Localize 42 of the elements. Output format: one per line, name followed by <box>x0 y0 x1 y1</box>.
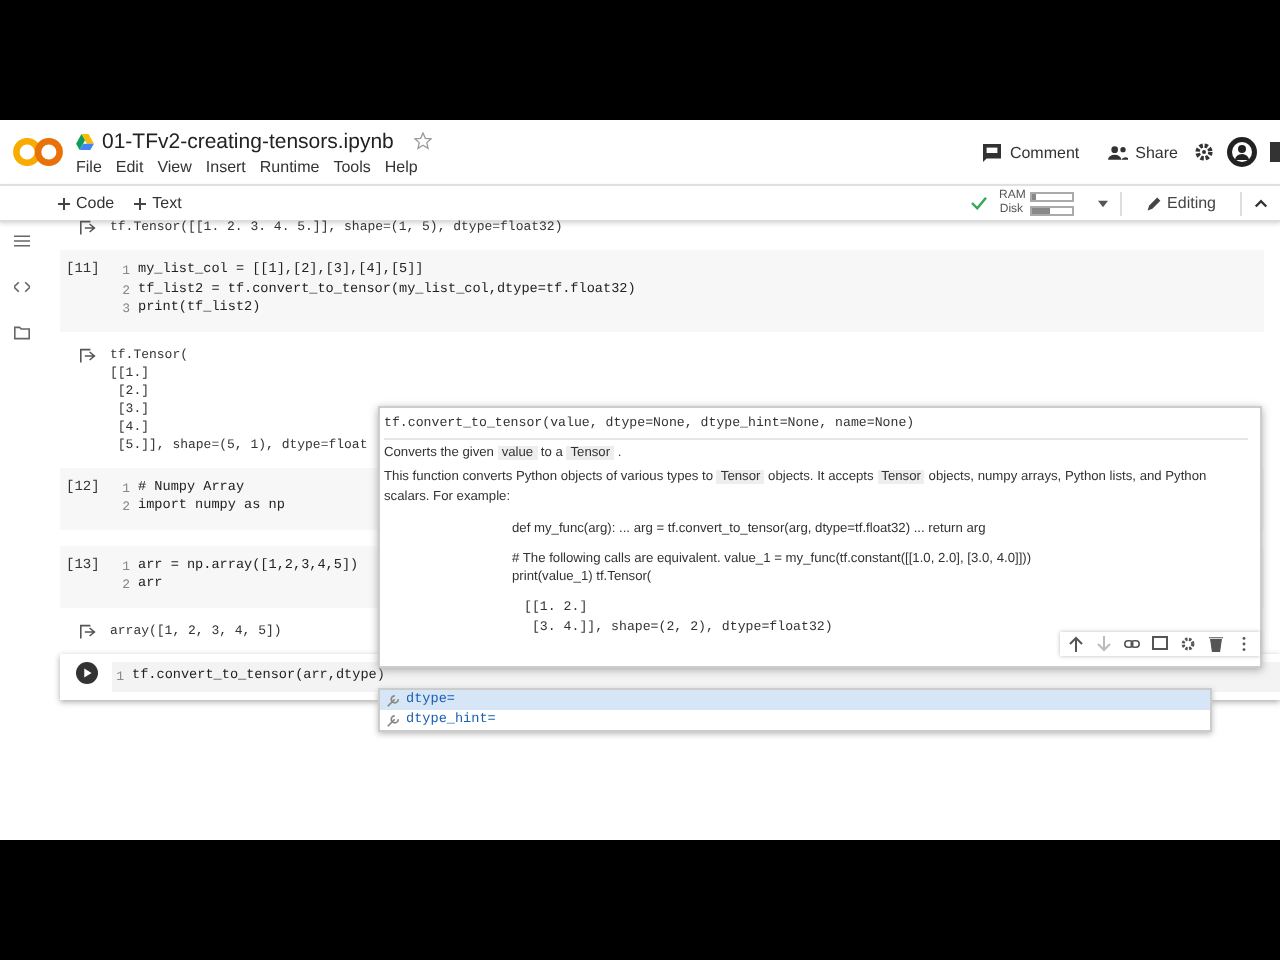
colab-logo[interactable] <box>12 136 64 168</box>
output-icon[interactable] <box>80 623 96 639</box>
resource-meter <box>1029 205 1074 215</box>
share-button[interactable]: Share <box>1103 139 1182 165</box>
settings-icon[interactable] <box>1180 636 1196 652</box>
drive-icon <box>76 133 94 149</box>
menu-item[interactable]: Runtime <box>259 157 320 175</box>
run-button[interactable] <box>75 661 97 683</box>
comment-button[interactable]: Comment <box>977 139 1084 165</box>
editing-button[interactable]: Editing <box>1133 192 1228 214</box>
output-icon[interactable] <box>80 220 96 236</box>
pencil-icon <box>1145 195 1162 211</box>
add-text-button[interactable]: Text <box>132 192 184 214</box>
plus-icon <box>58 197 70 209</box>
wrench-icon <box>386 693 400 707</box>
menu-item[interactable]: Insert <box>205 157 246 175</box>
link-icon[interactable] <box>1124 636 1140 652</box>
menu-item[interactable]: Help <box>384 157 418 175</box>
caret-icon[interactable] <box>1097 199 1108 207</box>
code-icon[interactable] <box>14 280 30 294</box>
delete-icon[interactable] <box>1208 636 1224 652</box>
collapse-icon[interactable] <box>1254 198 1268 208</box>
settings-icon[interactable] <box>1194 142 1214 162</box>
notebook-title[interactable]: 01-TFv2-creating-tensors.ipynb <box>102 129 394 153</box>
avatar-icon[interactable] <box>1226 136 1258 168</box>
folder-icon[interactable] <box>14 326 30 340</box>
comment-icon[interactable] <box>1152 636 1168 652</box>
output-icon[interactable] <box>80 347 96 363</box>
comment-icon <box>981 143 1002 161</box>
wrench-icon <box>386 713 400 727</box>
star-icon[interactable] <box>413 132 432 150</box>
menu-item[interactable]: File <box>76 157 102 175</box>
add-code-button[interactable]: Code <box>56 192 117 214</box>
move-up-icon[interactable] <box>1068 636 1084 652</box>
menu-item[interactable]: Edit <box>115 157 144 175</box>
people-icon <box>1107 143 1128 161</box>
menu-item[interactable]: Tools <box>333 157 371 175</box>
resource-meter <box>1029 191 1074 201</box>
menu-item[interactable]: View <box>157 157 192 175</box>
menu-icon[interactable] <box>14 234 30 248</box>
check-icon <box>969 196 988 210</box>
plus-icon <box>134 197 147 209</box>
